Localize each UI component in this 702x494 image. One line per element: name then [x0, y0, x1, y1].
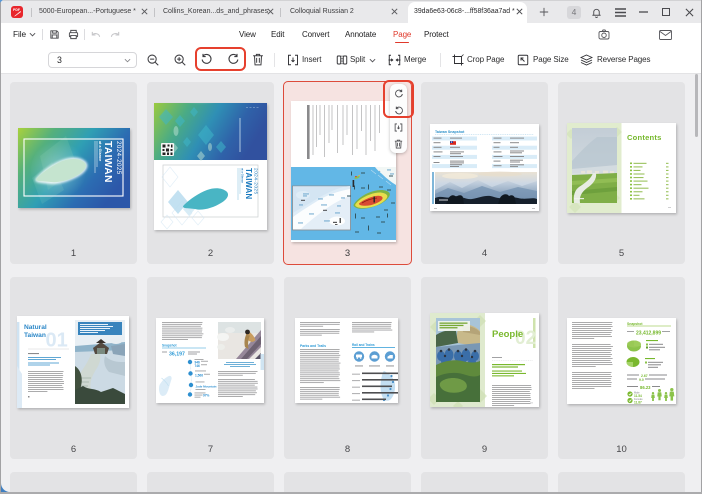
svg-text:Parks and Trails: Parks and Trails	[300, 344, 326, 348]
svg-text:People: People	[492, 329, 523, 340]
svg-text:746: 746	[195, 364, 201, 368]
svg-text:1,566: 1,566	[195, 374, 203, 378]
svg-text:TAIWAN: TAIWAN	[102, 141, 113, 183]
svg-text:Taiwan: Taiwan	[24, 332, 46, 339]
svg-text:Snapshot: Snapshot	[162, 344, 177, 348]
svg-text:Snapshot: Snapshot	[627, 322, 643, 326]
svg-text:2024-2025: 2024-2025	[115, 141, 122, 175]
svg-text:Taiwan Snapshot: Taiwan Snapshot	[435, 130, 465, 134]
svg-text:at a Glance: at a Glance	[98, 141, 102, 161]
svg-text:11.87: 11.87	[634, 400, 642, 404]
svg-text:Contents: Contents	[627, 133, 662, 142]
svg-text:23,412,899: 23,412,899	[636, 331, 661, 337]
svg-text:01: 01	[46, 330, 68, 352]
svg-text:86.23: 86.23	[640, 385, 651, 390]
svg-text:97%: 97%	[203, 394, 210, 398]
svg-text:PDF: PDF	[13, 8, 21, 12]
svg-text:9.0: 9.0	[639, 378, 644, 382]
svg-text:at a Glance: at a Glance	[241, 168, 245, 183]
svg-text:36,197: 36,197	[169, 352, 185, 358]
svg-text:Jade Mountain: Jade Mountain	[196, 385, 217, 389]
svg-text:✈: ✈	[379, 170, 381, 173]
svg-text:Natural: Natural	[24, 324, 47, 331]
svg-text:Rail and Trains: Rail and Trains	[352, 343, 375, 347]
